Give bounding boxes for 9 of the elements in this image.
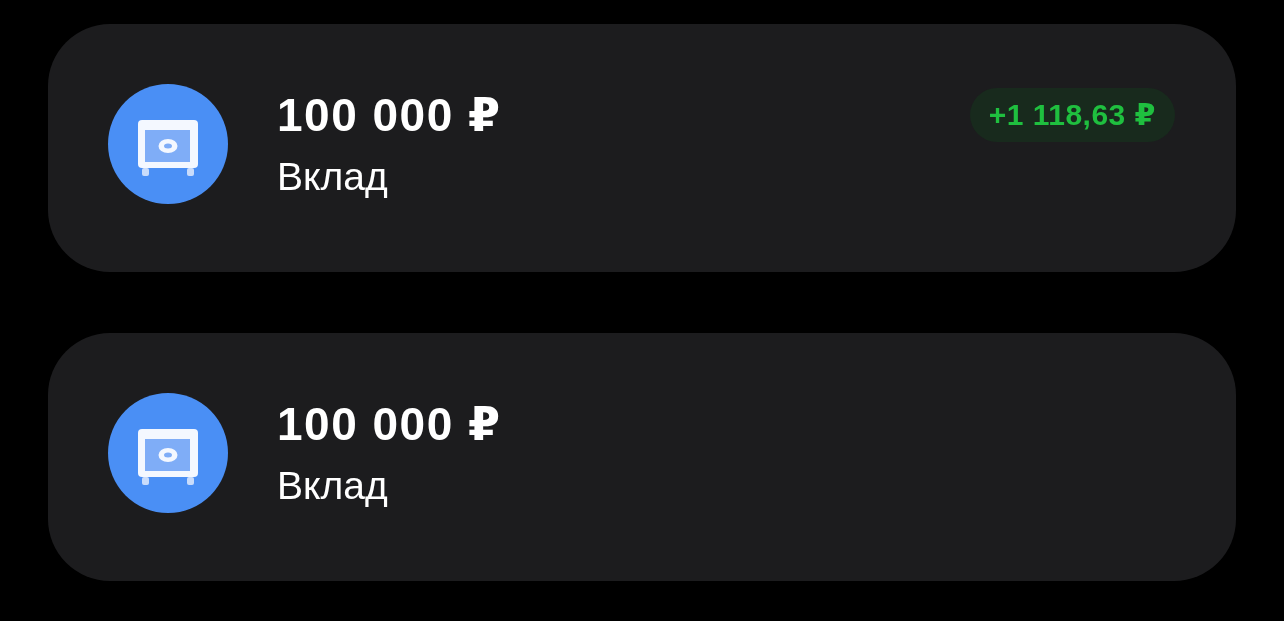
deposit-amount: 100 000 ₽ xyxy=(277,397,502,451)
safe-icon xyxy=(108,393,228,513)
deposit-amount: 100 000 ₽ xyxy=(277,88,502,142)
safe-icon xyxy=(108,84,228,204)
deposit-card[interactable]: 100 000 ₽ Вклад +1 118,63 ₽ xyxy=(48,24,1236,272)
deposit-label: Вклад xyxy=(277,155,388,199)
deposit-label: Вклад xyxy=(277,464,388,508)
interest-badge: +1 118,63 ₽ xyxy=(969,88,1175,142)
deposit-card[interactable]: 100 000 ₽ Вклад xyxy=(48,333,1236,581)
